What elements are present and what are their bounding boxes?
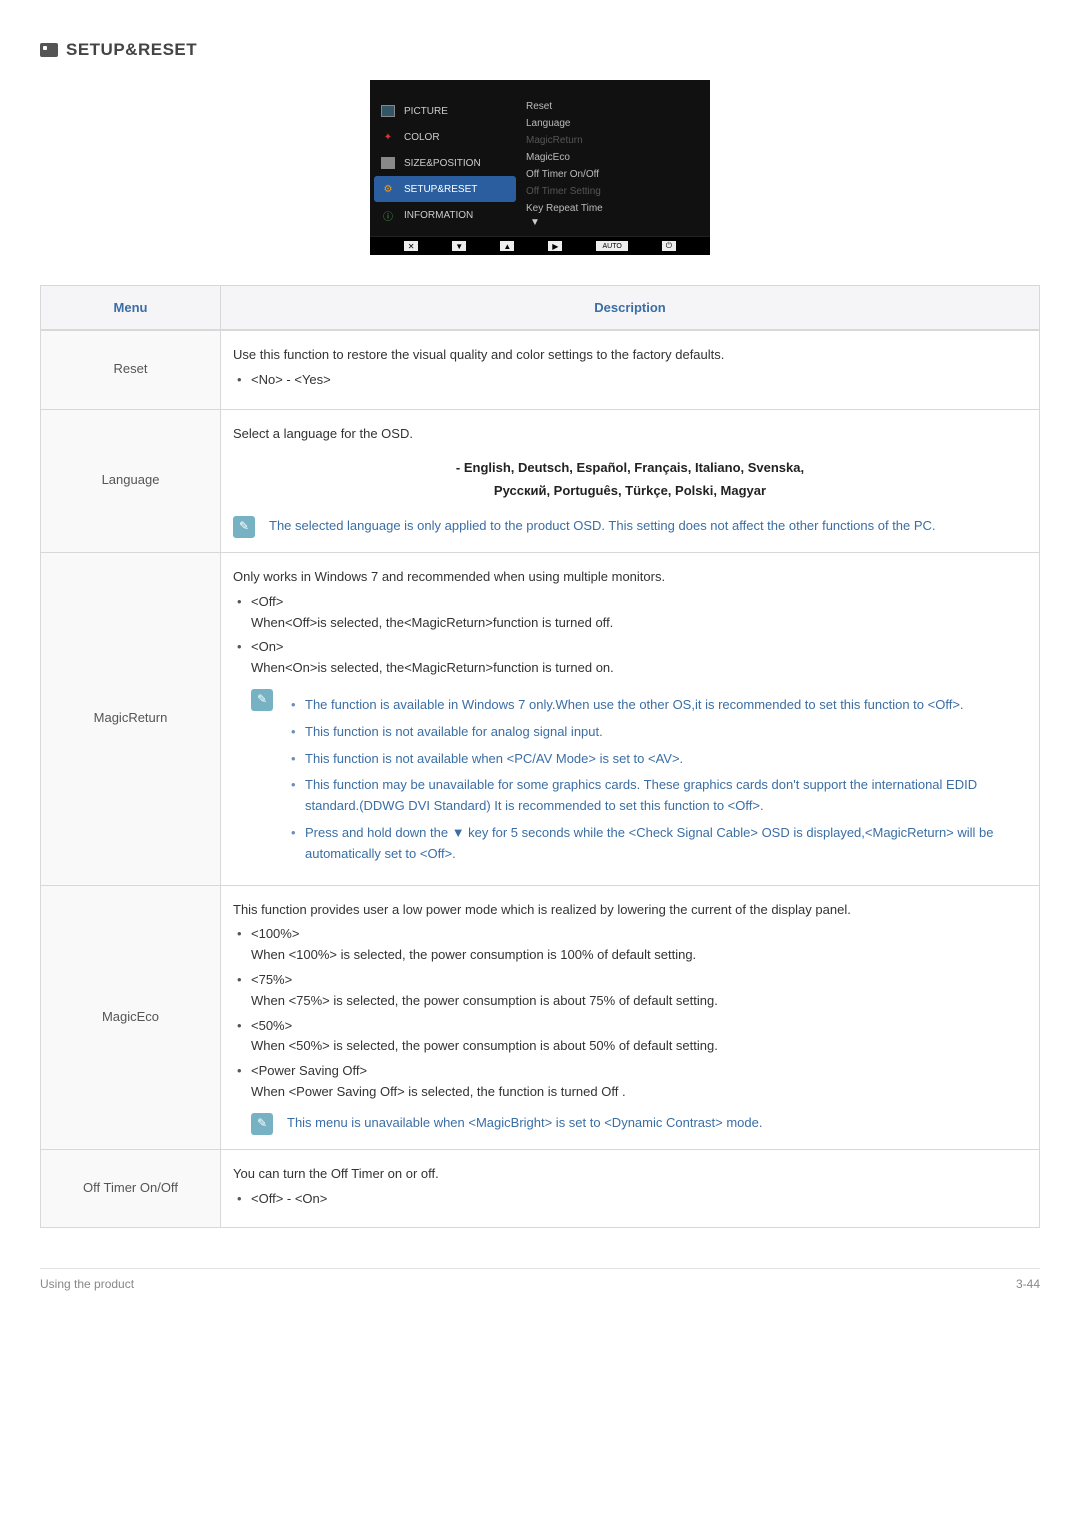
osd-btn-auto: AUTO — [596, 241, 627, 251]
magiceco-50: <50%> When <50%> is selected, the power … — [233, 1016, 1027, 1058]
magicreturn-off: <Off> When<Off>is selected, the<MagicRet… — [233, 592, 1027, 634]
osd-btn-up-icon: ▲ — [500, 241, 514, 251]
reset-options: <No> - <Yes> — [233, 370, 1027, 391]
magiceco-100-h: <100%> — [251, 924, 1027, 945]
magiceco-psoff: <Power Saving Off> When <Power Saving Of… — [233, 1061, 1027, 1103]
desc-reset: Use this function to restore the visual … — [221, 330, 1039, 409]
osd-item-label: SETUP&RESET — [404, 184, 477, 195]
osd-left-menu: PICTURE ✦ COLOR SIZE&POSITION ⚙ SETUP&RE… — [370, 90, 520, 236]
offtimer-desc: You can turn the Off Timer on or off. — [233, 1164, 1027, 1185]
magiceco-50-t: When <50%> is selected, the power consum… — [251, 1036, 1027, 1057]
gear-icon: ⚙ — [380, 182, 396, 196]
offtimer-options: <Off> - <On> — [233, 1189, 1027, 1210]
info-icon: ⓘ — [380, 208, 396, 222]
desc-language: Select a language for the OSD. - English… — [221, 409, 1039, 552]
magiceco-intro: This function provides user a low power … — [233, 900, 1027, 921]
table-row: MagicReturn Only works in Windows 7 and … — [41, 552, 1039, 885]
settings-table: Menu Description Reset Use this function… — [40, 285, 1040, 1228]
menu-label-offtimer: Off Timer On/Off — [41, 1149, 221, 1228]
osd-r-offtimer-onoff: Off Timer On/Off — [526, 166, 700, 183]
magicreturn-intro: Only works in Windows 7 and recommended … — [233, 567, 1027, 588]
osd-panel: PICTURE ✦ COLOR SIZE&POSITION ⚙ SETUP&RE… — [370, 80, 710, 255]
osd-r-magiceco: MagicEco — [526, 149, 700, 166]
osd-item-label: COLOR — [404, 132, 440, 143]
magicreturn-note-5: Press and hold down the ▼ key for 5 seco… — [287, 823, 1027, 865]
menu-label-language: Language — [41, 409, 221, 552]
osd-btn-right-icon: ▶ — [548, 241, 562, 251]
th-desc: Description — [221, 286, 1039, 330]
magicreturn-on: <On> When<On>is selected, the<MagicRetur… — [233, 637, 1027, 679]
magiceco-75-t: When <75%> is selected, the power consum… — [251, 991, 1027, 1012]
osd-btn-power-icon: ⏻ — [662, 241, 676, 251]
menu-label-magicreturn: MagicReturn — [41, 552, 221, 885]
footer-left: Using the product — [40, 1277, 134, 1291]
magiceco-100: <100%> When <100%> is selected, the powe… — [233, 924, 1027, 966]
menu-label-reset: Reset — [41, 330, 221, 409]
magiceco-psoff-h: <Power Saving Off> — [251, 1061, 1027, 1082]
osd-item-label: SIZE&POSITION — [404, 158, 481, 169]
osd-r-keyrepeat: Key Repeat Time — [526, 200, 700, 217]
osd-btn-down-icon: ▼ — [452, 241, 466, 251]
magicreturn-note-2: This function is not available for analo… — [287, 722, 1027, 743]
osd-footer: ✕ ▼ ▲ ▶ AUTO ⏻ — [370, 236, 710, 255]
magicreturn-note-3: This function is not available when <PC/… — [287, 749, 1027, 770]
magiceco-psoff-t: When <Power Saving Off> is selected, the… — [251, 1082, 1027, 1103]
osd-item-setupreset: ⚙ SETUP&RESET — [374, 176, 516, 202]
page-footer: Using the product 3-44 — [40, 1268, 1040, 1291]
note-icon: ✎ — [251, 689, 273, 711]
language-list-2: Русский, Português, Türkçe, Polski, Magy… — [233, 481, 1027, 502]
magiceco-note: This menu is unavailable when <MagicBrig… — [287, 1113, 1027, 1134]
magicreturn-note-4: This function may be unavailable for som… — [287, 775, 1027, 817]
desc-magiceco: This function provides user a low power … — [221, 885, 1039, 1149]
magicreturn-on-t: When<On>is selected, the<MagicReturn>fun… — [251, 658, 1027, 679]
osd-preview: PICTURE ✦ COLOR SIZE&POSITION ⚙ SETUP&RE… — [40, 80, 1040, 255]
osd-item-picture: PICTURE — [370, 98, 520, 124]
th-menu: Menu — [41, 286, 221, 330]
language-note: The selected language is only applied to… — [269, 516, 1027, 537]
osd-right-menu: Reset Language MagicReturn MagicEco Off … — [520, 90, 710, 236]
osd-item-label: INFORMATION — [404, 210, 473, 221]
magicreturn-note-1: The function is available in Windows 7 o… — [287, 695, 1027, 716]
magicreturn-on-h: <On> — [251, 637, 1027, 658]
table-row: MagicEco This function provides user a l… — [41, 885, 1039, 1149]
osd-item-color: ✦ COLOR — [370, 124, 520, 150]
magicreturn-off-t: When<Off>is selected, the<MagicReturn>fu… — [251, 613, 1027, 634]
table-row: Language Select a language for the OSD. … — [41, 409, 1039, 552]
section-header: SETUP&RESET — [40, 40, 1040, 60]
osd-r-offtimer-setting: Off Timer Setting — [526, 183, 700, 200]
magiceco-50-h: <50%> — [251, 1016, 1027, 1037]
palette-icon: ✦ — [380, 130, 396, 144]
table-row: Off Timer On/Off You can turn the Off Ti… — [41, 1149, 1039, 1228]
magiceco-75-h: <75%> — [251, 970, 1027, 991]
osd-item-label: PICTURE — [404, 106, 448, 117]
screen-icon — [40, 43, 58, 57]
osd-item-sizepos: SIZE&POSITION — [370, 150, 520, 176]
osd-r-language: Language — [526, 115, 700, 132]
language-list-1: - English, Deutsch, Español, Français, I… — [233, 458, 1027, 479]
menu-label-magiceco: MagicEco — [41, 885, 221, 1149]
picture-icon — [380, 104, 396, 118]
desc-magicreturn: Only works in Windows 7 and recommended … — [221, 552, 1039, 885]
note-block: ✎ This menu is unavailable when <MagicBr… — [233, 1113, 1027, 1135]
note-icon: ✎ — [251, 1113, 273, 1135]
desc-offtimer: You can turn the Off Timer on or off. <O… — [221, 1149, 1039, 1228]
language-desc-text: Select a language for the OSD. — [233, 424, 1027, 445]
table-row: Reset Use this function to restore the v… — [41, 330, 1039, 409]
osd-btn-close-icon: ✕ — [404, 241, 418, 251]
magiceco-100-t: When <100%> is selected, the power consu… — [251, 945, 1027, 966]
osd-item-information: ⓘ INFORMATION — [370, 202, 520, 228]
sizepos-icon — [380, 156, 396, 170]
osd-r-magicreturn: MagicReturn — [526, 132, 700, 149]
magicreturn-off-h: <Off> — [251, 592, 1027, 613]
reset-desc-text: Use this function to restore the visual … — [233, 345, 1027, 366]
magiceco-75: <75%> When <75%> is selected, the power … — [233, 970, 1027, 1012]
note-block: ✎ The function is available in Windows 7… — [233, 689, 1027, 871]
section-title: SETUP&RESET — [66, 40, 197, 60]
note-icon: ✎ — [233, 516, 255, 538]
osd-r-reset: Reset — [526, 98, 700, 115]
footer-right: 3-44 — [1016, 1277, 1040, 1291]
osd-more-indicator: ▼ — [526, 217, 700, 228]
note-block: ✎ The selected language is only applied … — [233, 516, 1027, 538]
